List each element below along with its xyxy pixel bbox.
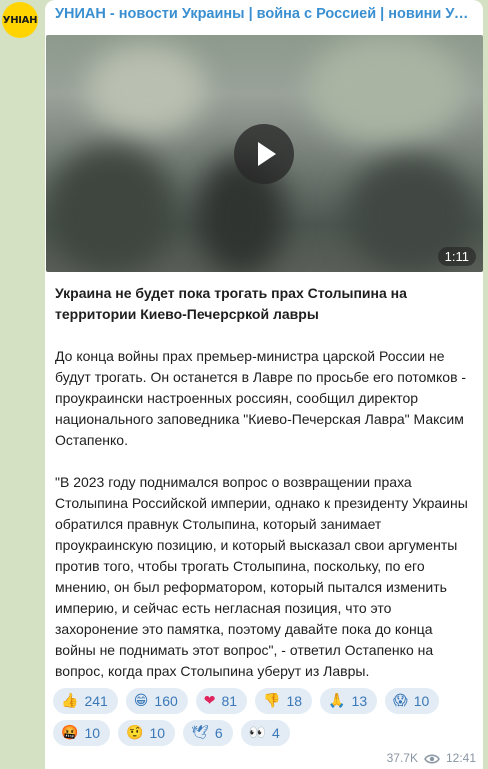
avatar-logo-text: УНІАН bbox=[2, 14, 38, 26]
reaction-raised-eyebrow[interactable]: 🤨 10 bbox=[118, 720, 176, 746]
cursing-icon: 🤬 bbox=[61, 725, 79, 741]
reaction-count: 18 bbox=[286, 693, 303, 709]
play-icon bbox=[258, 142, 276, 166]
channel-title[interactable]: УНИАН - новости Украины | война с Россие… bbox=[55, 6, 475, 22]
channel-avatar[interactable]: УНІАН bbox=[2, 2, 38, 38]
scream-icon: 😱 bbox=[393, 693, 408, 709]
post-paragraph: "В 2023 году поднимался вопрос о возвращ… bbox=[55, 474, 468, 679]
reaction-eyes[interactable]: 👀 4 bbox=[240, 720, 290, 746]
post-headline: Украина не будет пока трогать прах Столы… bbox=[55, 285, 407, 322]
reaction-pray[interactable]: 🙏 13 bbox=[320, 688, 378, 714]
reaction-count: 241 bbox=[84, 693, 108, 709]
raised-eyebrow-icon: 🤨 bbox=[126, 725, 144, 741]
reaction-count: 6 bbox=[214, 725, 223, 741]
message-time: 12:41 bbox=[445, 751, 476, 765]
reaction-thumbs-down[interactable]: 👎 18 bbox=[255, 688, 313, 714]
reaction-count: 4 bbox=[272, 725, 280, 741]
eye-icon bbox=[424, 753, 440, 764]
reaction-count: 160 bbox=[154, 693, 178, 709]
video-blur-area bbox=[306, 35, 466, 145]
heart-icon: ❤ bbox=[203, 693, 216, 709]
reaction-thumbs-up[interactable]: 👍 241 bbox=[53, 688, 118, 714]
reaction-dove[interactable]: 🕊 6 bbox=[183, 720, 233, 746]
reaction-count: 13 bbox=[351, 693, 368, 709]
message-footer: 37.7K 12:41 bbox=[387, 751, 476, 765]
thumbs-down-icon: 👎 bbox=[263, 693, 281, 709]
video-blur-area bbox=[46, 145, 176, 272]
play-button[interactable] bbox=[234, 124, 294, 184]
video-blur-area bbox=[86, 45, 206, 135]
pray-icon: 🙏 bbox=[328, 693, 346, 709]
reaction-count: 10 bbox=[84, 725, 101, 741]
dove-icon: 🕊 bbox=[191, 725, 209, 741]
reaction-count: 81 bbox=[221, 693, 238, 709]
reaction-count: 10 bbox=[149, 725, 166, 741]
reaction-grin[interactable]: 😁 160 bbox=[125, 688, 188, 714]
reactions-bar: 👍 241 😁 160 ❤ 81 👎 18 🙏 13 😱 10 🤬 10 🤨 1… bbox=[53, 688, 473, 746]
video-preview[interactable]: 1:11 bbox=[46, 35, 483, 272]
view-count: 37.7K bbox=[386, 751, 418, 765]
post-paragraph: До конца войны прах премьер-министра цар… bbox=[55, 348, 467, 448]
reaction-heart[interactable]: ❤ 81 bbox=[195, 688, 248, 714]
reaction-cursing[interactable]: 🤬 10 bbox=[53, 720, 111, 746]
thumbs-up-icon: 👍 bbox=[61, 693, 79, 709]
grin-icon: 😁 bbox=[133, 693, 149, 709]
reaction-count: 10 bbox=[413, 693, 430, 709]
video-duration: 1:11 bbox=[437, 247, 476, 266]
reaction-scream[interactable]: 😱 10 bbox=[385, 688, 440, 714]
eyes-icon: 👀 bbox=[248, 725, 267, 741]
